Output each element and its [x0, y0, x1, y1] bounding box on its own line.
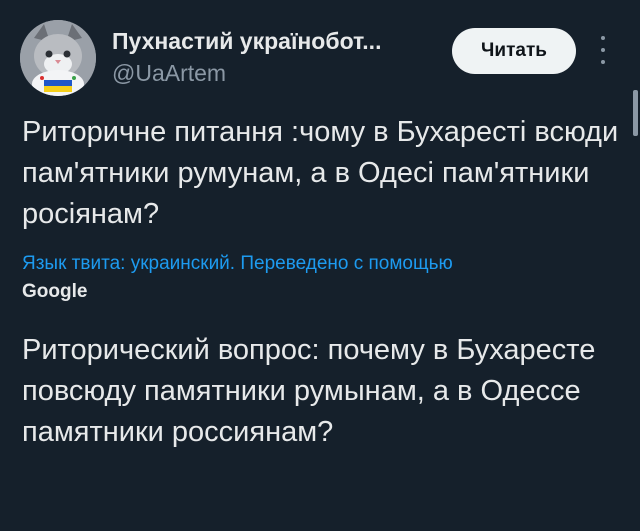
cat-avatar-icon — [20, 20, 96, 96]
dot — [601, 48, 605, 52]
tweet-text: Риторичне питання :чому в Бухаресті всюд… — [22, 116, 619, 230]
translation-note[interactable]: Язык твита: украинский. Переведено с пом… — [22, 252, 622, 276]
avatar[interactable] — [20, 20, 96, 96]
more-options-icon[interactable] — [596, 30, 610, 70]
translation-provider: Google — [22, 281, 88, 302]
translated-text: Риторический вопрос: почему в Бухаресте … — [22, 334, 596, 448]
dot — [601, 36, 605, 40]
scrollbar[interactable] — [633, 90, 638, 136]
tweet-header: Пухнастий українобот... @UaArtem Читать — [0, 0, 640, 100]
follow-button[interactable]: Читать — [452, 28, 576, 74]
dot — [601, 60, 605, 64]
author-display-name[interactable]: Пухнастий українобот... — [112, 28, 381, 55]
author-handle[interactable]: @UaArtem — [112, 60, 226, 87]
